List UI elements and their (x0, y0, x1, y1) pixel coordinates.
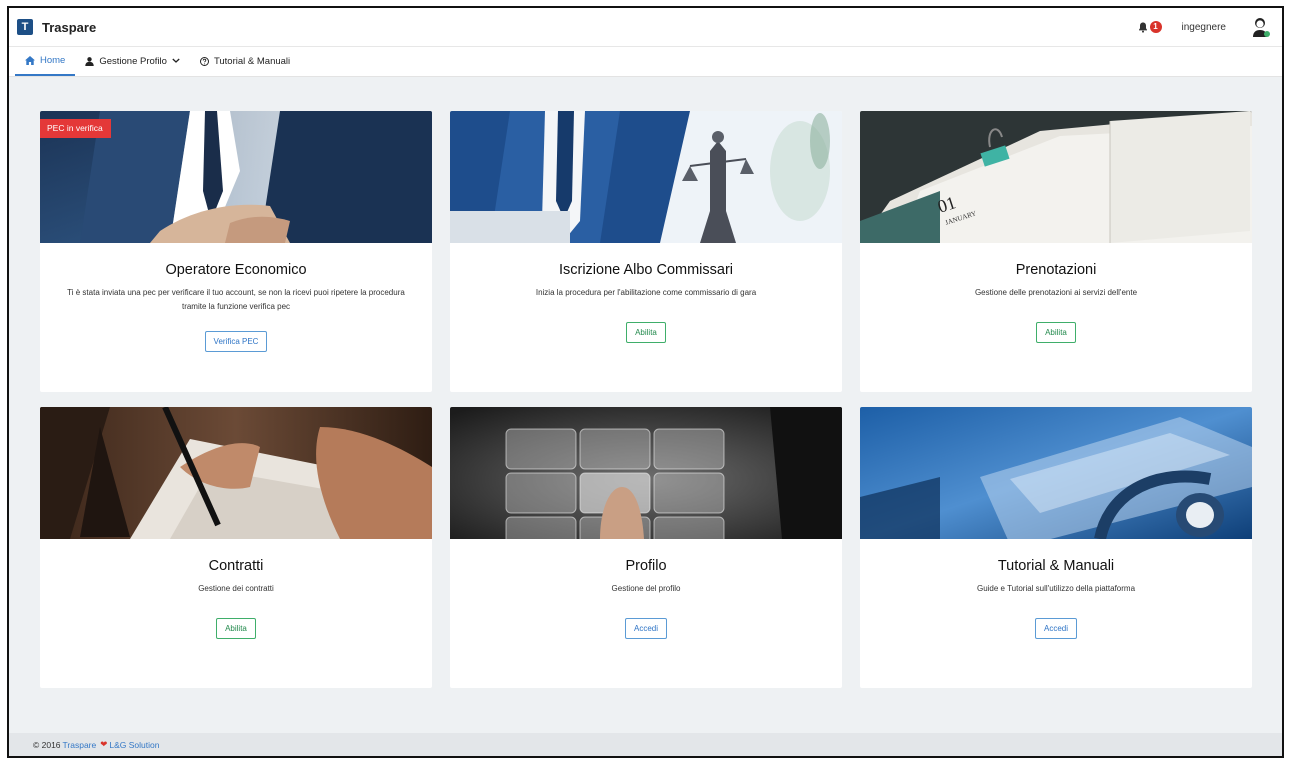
user-avatar-icon (1253, 18, 1270, 37)
card-title: Operatore Economico (165, 262, 307, 278)
nav-gestione-profilo[interactable]: Gestione Profilo (75, 46, 190, 76)
card-contratti: Contratti Gestione dei contratti Abilita (40, 407, 432, 688)
card-image-headphones (860, 407, 1252, 539)
app-window: T Traspare 1 ingegnere Home Gestione Pro… (7, 6, 1284, 758)
main-nav: Home Gestione Profilo Tutorial & Manuali (9, 47, 1282, 77)
card-image-handshake: PEC in verifica (40, 111, 432, 243)
nav-tutorial-label: Tutorial & Manuali (213, 55, 291, 67)
brand[interactable]: T Traspare (17, 19, 96, 35)
app-logo: T (17, 19, 33, 35)
abilita-albo-button[interactable]: Abilita (626, 322, 666, 343)
card-title: Tutorial & Manuali (997, 558, 1115, 574)
card-profilo: Profilo Gestione del profilo Accedi (450, 407, 842, 688)
nav-tutorial[interactable]: Tutorial & Manuali (190, 46, 300, 76)
nav-gestione-profilo-label: Gestione Profilo (99, 55, 167, 67)
card-tutorial: Tutorial & Manuali Guide e Tutorial sull… (860, 407, 1252, 688)
card-title: Iscrizione Albo Commissari (558, 262, 734, 278)
card-image-calendar: 01 JANUARY (860, 111, 1252, 243)
bell-icon (1138, 22, 1147, 33)
abilita-contratti-button[interactable]: Abilita (216, 618, 256, 639)
app-name: Traspare (42, 19, 97, 35)
home-icon (25, 55, 35, 65)
card-title: Prenotazioni (1015, 262, 1097, 278)
card-description: Gestione dei contratti (198, 584, 274, 593)
notification-badge: 1 (1149, 21, 1162, 33)
card-title: Contratti (208, 558, 264, 574)
card-image-touchscreen (450, 407, 842, 539)
username-label[interactable]: ingegnere (1182, 22, 1226, 33)
chevron-down-icon (172, 58, 180, 63)
card-description: Gestione delle prenotazioni ai servizi d… (974, 288, 1138, 297)
footer: © 2016 Traspare ❤ L&G Solution (9, 733, 1282, 756)
card-description: Inizia la procedura per l'abilitazione c… (535, 288, 757, 297)
abilita-prenotazioni-button[interactable]: Abilita (1036, 322, 1076, 343)
footer-copyright: © 2016 (33, 739, 61, 750)
user-avatar[interactable] (1250, 16, 1272, 38)
nav-home-label: Home (40, 54, 66, 66)
card-image-justice (450, 111, 842, 243)
card-title: Profilo (625, 558, 667, 574)
heart-icon: ❤ (100, 739, 108, 749)
footer-company-link[interactable]: L&G Solution (109, 740, 159, 750)
question-circle-icon (199, 56, 209, 66)
user-icon (85, 56, 95, 66)
accedi-tutorial-button[interactable]: Accedi (1034, 618, 1077, 639)
card-albo-commissari: Iscrizione Albo Commissari Inizia la pro… (450, 111, 842, 392)
verifica-pec-button[interactable]: Verifica PEC (204, 331, 268, 352)
pec-status-tag: PEC in verifica (40, 119, 111, 138)
card-description: Gestione del profilo (611, 584, 681, 593)
card-description: Ti è stata inviata una pec per verificar… (67, 288, 405, 311)
card-prenotazioni: 01 JANUARY Prenotazioni Gestione delle p… (860, 111, 1252, 392)
card-operatore-economico: PEC in verifica Operatore Economico Ti è… (40, 111, 432, 392)
card-description: Guide e Tutorial sull'utilizzo della pia… (976, 584, 1136, 593)
nav-home[interactable]: Home (15, 46, 76, 76)
footer-brand-link[interactable]: Traspare (63, 740, 97, 750)
accedi-profilo-button[interactable]: Accedi (624, 618, 667, 639)
top-bar: T Traspare 1 ingegnere (9, 8, 1282, 47)
card-image-signing (40, 407, 432, 539)
notifications-button[interactable]: 1 (1138, 21, 1162, 33)
